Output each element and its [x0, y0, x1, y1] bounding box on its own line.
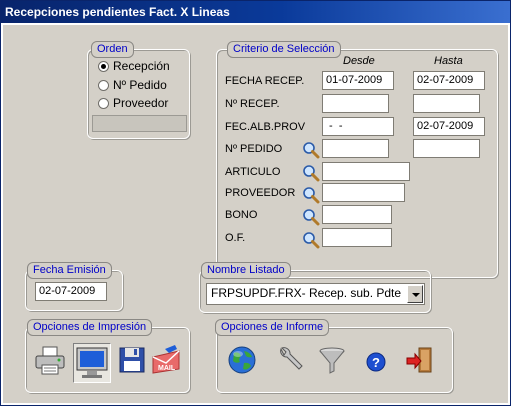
radio-pedido[interactable]: Nº Pedido [98, 77, 167, 93]
magnifier-icon[interactable] [302, 186, 320, 204]
radio-label-recepcion: Recepción [113, 59, 170, 73]
magnifier-icon[interactable] [302, 231, 320, 249]
articulo-field[interactable] [322, 162, 410, 181]
nombre-listado-value: FRPSUPDF.FRX- Recep. sub. Pdte [211, 286, 402, 300]
label-num-pedido: Nº PEDIDO [225, 143, 283, 155]
proveedor-field[interactable] [322, 183, 405, 202]
orden-legend: Orden [91, 41, 134, 58]
magnifier-icon[interactable] [302, 141, 320, 159]
label-fec-alb-prov: FEC.ALB.PROV [225, 121, 306, 133]
orden-blank-box [92, 115, 187, 132]
radio-label-pedido: Nº Pedido [113, 78, 167, 92]
fecha-recep-desde-field[interactable]: 01-07-2009 [322, 71, 394, 90]
svg-text:MAIL: MAIL [158, 365, 176, 372]
svg-text:?: ? [372, 355, 380, 370]
num-pedido-desde-field[interactable] [322, 139, 389, 158]
radio-button-recepcion[interactable] [98, 60, 109, 72]
funnel-icon[interactable] [315, 343, 349, 377]
floppy-disk-icon[interactable] [115, 343, 149, 377]
radio-button-proveedor[interactable] [98, 97, 109, 109]
printer-icon[interactable] [33, 343, 67, 377]
magnifier-icon[interactable] [302, 164, 320, 182]
globe-icon[interactable] [225, 343, 259, 377]
chevron-down-icon[interactable] [407, 285, 423, 303]
num-recep-desde-field[interactable] [322, 94, 389, 113]
label-bono: BONO [225, 209, 258, 221]
of-field[interactable] [322, 228, 392, 247]
fecha-emision-legend: Fecha Emisión [27, 262, 112, 279]
fecha-recep-hasta-field[interactable]: 02-07-2009 [413, 71, 485, 90]
radio-recepcion[interactable]: Recepción [98, 58, 170, 74]
col-hasta-header: Hasta [434, 55, 463, 67]
bono-field[interactable] [322, 205, 392, 224]
fec-alb-prov-hasta-field[interactable]: 02-07-2009 [413, 117, 485, 136]
criterio-legend: Criterio de Selección [227, 41, 341, 58]
label-of: O.F. [225, 232, 246, 244]
mail-icon[interactable]: MAIL [149, 343, 183, 377]
nombre-listado-dropdown[interactable]: FRPSUPDF.FRX- Recep. sub. Pdte [206, 283, 425, 305]
monitor-icon[interactable] [73, 343, 111, 383]
window-title: Recepciones pendientes Fact. X Lineas [5, 5, 230, 19]
magnifier-icon[interactable] [302, 208, 320, 226]
col-desde-header: Desde [343, 55, 375, 67]
opciones-informe-legend: Opciones de Informe [215, 319, 330, 336]
fec-alb-prov-desde-field[interactable]: - - [322, 117, 394, 136]
wrench-icon[interactable] [273, 343, 307, 377]
client-area: Orden Recepción Nº Pedido Proveedor Crit… [3, 25, 508, 403]
help-icon[interactable]: ? [359, 343, 393, 377]
label-num-recep: Nº RECEP. [225, 98, 280, 110]
num-recep-hasta-field[interactable] [413, 94, 480, 113]
radio-button-pedido[interactable] [98, 79, 109, 91]
title-bar: Recepciones pendientes Fact. X Lineas [1, 1, 510, 23]
num-pedido-hasta-field[interactable] [413, 139, 480, 158]
exit-door-icon[interactable] [403, 343, 437, 377]
label-articulo: ARTICULO [225, 166, 281, 178]
fecha-emision-field[interactable]: 02-07-2009 [35, 282, 107, 301]
radio-label-proveedor: Proveedor [113, 96, 169, 110]
label-fecha-recep: FECHA RECEP. [225, 75, 305, 87]
radio-proveedor[interactable]: Proveedor [98, 95, 168, 111]
label-proveedor: PROVEEDOR [225, 187, 296, 199]
opciones-impresion-legend: Opciones de Impresión [27, 319, 153, 336]
report-window: Recepciones pendientes Fact. X Lineas Or… [0, 0, 511, 406]
nombre-listado-legend: Nombre Listado [201, 262, 291, 279]
